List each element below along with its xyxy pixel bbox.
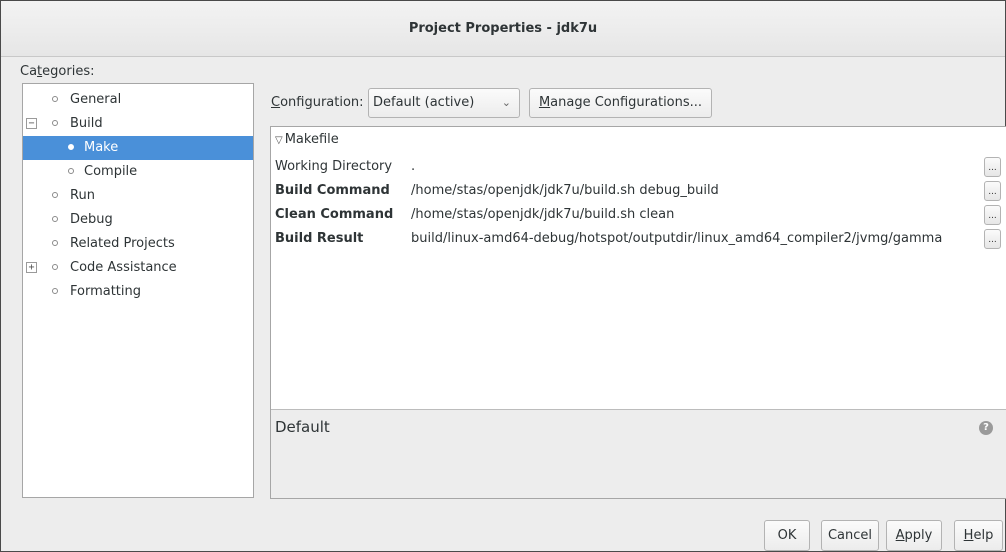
browse-button[interactable]: ... xyxy=(984,229,1001,249)
property-value[interactable]: /home/stas/openjdk/jdk7u/build.sh debug_… xyxy=(411,179,719,203)
cancel-button[interactable]: Cancel xyxy=(821,520,879,551)
configuration-label: Configuration: xyxy=(271,95,364,110)
tree-item-label: Code Assistance xyxy=(70,260,177,275)
property-name: Working Directory xyxy=(275,159,393,174)
section-label: Makefile xyxy=(284,132,339,147)
browse-button[interactable]: ... xyxy=(984,181,1001,201)
expand-icon[interactable]: + xyxy=(26,262,37,273)
tree-item-label: Build xyxy=(70,116,103,131)
apply-button[interactable]: Apply xyxy=(886,520,942,551)
browse-button[interactable]: ... xyxy=(984,157,1001,177)
browse-button[interactable]: ... xyxy=(984,205,1001,225)
tree-item-label: Make xyxy=(84,140,119,155)
tree-item-label: Compile xyxy=(84,164,138,179)
tree-item-compile[interactable]: Compile xyxy=(23,160,253,184)
tree-item-label: Formatting xyxy=(70,284,142,299)
bullet-icon xyxy=(52,120,58,126)
tree-item-make[interactable]: Make xyxy=(23,136,253,160)
tree-item-build[interactable]: − Build xyxy=(23,112,253,136)
property-row-working-directory[interactable]: Working Directory . ... xyxy=(271,155,1006,179)
collapse-icon[interactable]: − xyxy=(26,118,37,129)
project-properties-dialog: Project Properties - jdk7u Categories: G… xyxy=(0,0,1006,552)
categories-tree[interactable]: General − Build Make Compile Run Debug R… xyxy=(22,83,254,498)
description-title: Default xyxy=(275,418,330,436)
property-value[interactable]: /home/stas/openjdk/jdk7u/build.sh clean xyxy=(411,203,674,227)
bullet-icon xyxy=(52,264,58,270)
description-area: Default ? xyxy=(271,409,1006,498)
window-title: Project Properties - jdk7u xyxy=(1,1,1005,57)
property-sheet: ▽ Makefile Working Directory . ... Build … xyxy=(270,126,1006,499)
property-row-clean-command[interactable]: Clean Command /home/stas/openjdk/jdk7u/b… xyxy=(271,203,1006,227)
bullet-icon xyxy=(68,168,74,174)
configuration-select[interactable]: Default (active) ⌄ xyxy=(368,88,520,118)
ok-button[interactable]: OK xyxy=(764,520,810,551)
categories-label: Categories: xyxy=(20,64,95,79)
property-value[interactable]: build/linux-amd64-debug/hotspot/outputdi… xyxy=(411,227,942,251)
tree-item-code-assistance[interactable]: + Code Assistance xyxy=(23,256,253,280)
manage-configurations-button[interactable]: Manage Configurations... xyxy=(529,88,712,118)
tree-item-label: General xyxy=(70,92,122,107)
bullet-icon xyxy=(52,96,58,102)
property-name: Clean Command xyxy=(275,207,394,222)
property-name: Build Result xyxy=(275,231,364,246)
tree-item-related-projects[interactable]: Related Projects xyxy=(23,232,253,256)
bullet-icon xyxy=(52,288,58,294)
bullet-icon xyxy=(68,144,74,150)
configuration-select-value: Default (active) xyxy=(373,95,475,110)
tree-item-label: Related Projects xyxy=(70,236,175,251)
tree-item-formatting[interactable]: Formatting xyxy=(23,280,253,304)
property-name: Build Command xyxy=(275,183,390,198)
tree-item-debug[interactable]: Debug xyxy=(23,208,253,232)
chevron-down-icon: ⌄ xyxy=(501,96,511,109)
help-icon[interactable]: ? xyxy=(979,421,993,435)
property-value[interactable]: . xyxy=(411,155,415,179)
bullet-icon xyxy=(52,240,58,246)
help-button[interactable]: Help xyxy=(954,520,1003,551)
tree-item-label: Debug xyxy=(70,212,113,227)
tree-item-general[interactable]: General xyxy=(23,88,253,112)
triangle-down-icon: ▽ xyxy=(275,135,283,146)
tree-item-label: Run xyxy=(70,188,95,203)
bullet-icon xyxy=(52,216,58,222)
property-row-build-command[interactable]: Build Command /home/stas/openjdk/jdk7u/b… xyxy=(271,179,1006,203)
makefile-section-header[interactable]: ▽ Makefile xyxy=(275,132,339,147)
bullet-icon xyxy=(52,192,58,198)
property-row-build-result[interactable]: Build Result build/linux-amd64-debug/hot… xyxy=(271,227,1006,251)
tree-item-run[interactable]: Run xyxy=(23,184,253,208)
